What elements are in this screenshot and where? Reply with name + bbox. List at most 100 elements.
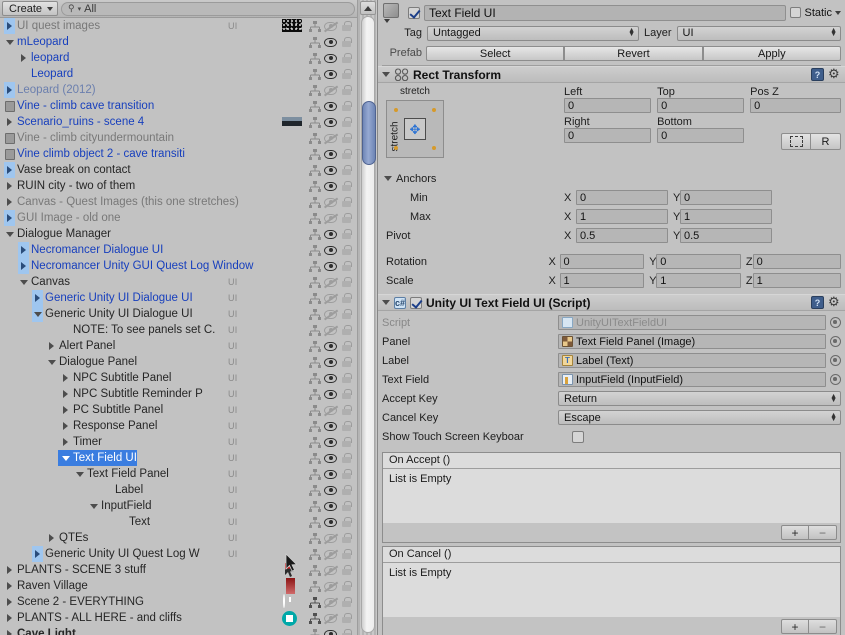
anchor-min-x-input[interactable]: 0 xyxy=(576,190,668,205)
lock-icon[interactable] xyxy=(340,196,353,209)
visibility-eye-icon[interactable] xyxy=(324,372,337,385)
hierarchy-row[interactable]: Vine - climb cave transition xyxy=(0,98,357,114)
visibility-eye-icon[interactable] xyxy=(324,308,337,321)
remove-listener-button[interactable]: − xyxy=(809,525,837,540)
lock-icon[interactable] xyxy=(340,308,353,321)
lock-icon[interactable] xyxy=(340,356,353,369)
hierarchy-row[interactable]: Generic Unity UI Dialogue UI UI xyxy=(0,290,357,306)
hierarchy-row[interactable]: Canvas UI xyxy=(0,274,357,290)
lock-icon[interactable] xyxy=(340,452,353,465)
bottom-input[interactable]: 0 xyxy=(657,128,745,143)
prefab-foldout-icon[interactable] xyxy=(4,162,15,178)
script-enabled-checkbox[interactable] xyxy=(410,296,422,309)
pivot-y-input[interactable]: 0.5 xyxy=(680,228,772,243)
gear-icon[interactable] xyxy=(828,66,841,82)
lock-icon[interactable] xyxy=(340,420,353,433)
foldout-down-icon[interactable] xyxy=(88,498,99,514)
lock-icon[interactable] xyxy=(340,36,353,49)
lock-icon[interactable] xyxy=(340,20,353,33)
scale-z-input[interactable]: 1 xyxy=(752,273,841,288)
prefab-foldout-icon[interactable] xyxy=(18,258,29,274)
scale-y-input[interactable]: 1 xyxy=(656,273,741,288)
lock-icon[interactable] xyxy=(340,276,353,289)
static-toggle[interactable]: Static xyxy=(790,7,841,19)
layer-dropdown[interactable]: UI ▲ ▼ xyxy=(676,25,841,41)
visibility-eye-icon[interactable] xyxy=(324,100,337,113)
hierarchy-row[interactable]: PLANTS - SCENE 3 stuff xyxy=(0,562,357,578)
visibility-eye-icon[interactable] xyxy=(324,404,337,417)
hierarchy-row[interactable]: Vase break on contact xyxy=(0,162,357,178)
raw-edit-button[interactable]: R xyxy=(811,133,841,150)
visibility-eye-icon[interactable] xyxy=(324,484,337,497)
accept-key-dropdown[interactable]: Return ▲ ▼ xyxy=(558,391,841,406)
foldout-right-icon[interactable] xyxy=(4,562,15,578)
foldout-down-icon[interactable] xyxy=(18,274,29,290)
create-button[interactable]: Create xyxy=(2,1,59,16)
prefab-foldout-icon[interactable] xyxy=(18,242,29,258)
hierarchy-row[interactable]: Raven Village xyxy=(0,578,357,594)
lock-icon[interactable] xyxy=(340,564,353,577)
lock-icon[interactable] xyxy=(340,260,353,273)
hierarchy-row[interactable]: Response Panel UI xyxy=(0,418,357,434)
panel-object-field[interactable]: Text Field Panel (Image) xyxy=(558,334,826,349)
lock-icon[interactable] xyxy=(340,212,353,225)
lock-icon[interactable] xyxy=(340,148,353,161)
hierarchy-row[interactable]: Dialogue Panel UI xyxy=(0,354,357,370)
rotation-y-input[interactable]: 0 xyxy=(656,254,741,269)
prefab-apply-button[interactable]: Apply xyxy=(702,45,841,61)
visibility-eye-icon[interactable] xyxy=(324,628,337,635)
foldout-right-icon[interactable] xyxy=(4,578,15,594)
foldout-triangle-icon[interactable] xyxy=(382,300,390,305)
blueprint-mode-button[interactable] xyxy=(781,133,811,150)
lock-icon[interactable] xyxy=(340,180,353,193)
right-input[interactable]: 0 xyxy=(564,128,652,143)
hierarchy-row[interactable]: Generic Unity UI Dialogue UI UI xyxy=(0,306,357,322)
lock-icon[interactable] xyxy=(340,484,353,497)
lock-icon[interactable] xyxy=(340,404,353,417)
visibility-eye-icon[interactable] xyxy=(324,244,337,257)
static-checkbox[interactable] xyxy=(790,7,802,18)
prefab-revert-button[interactable]: Revert xyxy=(564,45,703,61)
foldout-right-icon[interactable] xyxy=(4,194,15,210)
visibility-eye-icon[interactable] xyxy=(324,324,337,337)
visibility-eye-icon[interactable] xyxy=(324,180,337,193)
prefab-foldout-icon[interactable] xyxy=(4,82,15,98)
prefab-foldout-icon[interactable] xyxy=(32,546,43,562)
script-component-header[interactable]: c# Unity UI Text Field UI (Script) ? xyxy=(378,294,845,311)
visibility-eye-icon[interactable] xyxy=(324,196,337,209)
visibility-eye-icon[interactable] xyxy=(324,532,337,545)
lock-icon[interactable] xyxy=(340,516,353,529)
anchor-preset-button[interactable]: stretch ✥ xyxy=(386,100,444,158)
remove-listener-button[interactable]: − xyxy=(809,619,837,634)
lock-icon[interactable] xyxy=(340,84,353,97)
prefab-select-button[interactable]: Select xyxy=(426,45,565,61)
hierarchy-row[interactable]: PLANTS - ALL HERE - and cliffs xyxy=(0,610,357,626)
foldout-down-icon[interactable] xyxy=(4,34,15,50)
gear-icon[interactable] xyxy=(828,294,841,310)
rotation-x-input[interactable]: 0 xyxy=(559,254,645,269)
hierarchy-row[interactable]: NPC Subtitle Panel UI xyxy=(0,370,357,386)
hierarchy-row[interactable]: Timer UI xyxy=(0,434,357,450)
visibility-eye-icon[interactable] xyxy=(324,260,337,273)
prefab-foldout-icon[interactable] xyxy=(4,210,15,226)
foldout-triangle-icon[interactable] xyxy=(382,72,390,77)
visibility-eye-icon[interactable] xyxy=(324,596,337,609)
chevron-down-icon[interactable] xyxy=(835,10,841,15)
hierarchy-row[interactable]: GUI Image - old one xyxy=(0,210,357,226)
visibility-eye-icon[interactable] xyxy=(324,452,337,465)
top-input[interactable]: 0 xyxy=(657,98,745,113)
scale-x-input[interactable]: 1 xyxy=(559,273,645,288)
help-icon[interactable]: ? xyxy=(811,296,824,309)
hierarchy-row[interactable]: Alert Panel UI xyxy=(0,338,357,354)
visibility-eye-icon[interactable] xyxy=(324,516,337,529)
hierarchy-row-selected[interactable]: Text Field UI UI xyxy=(0,450,357,466)
prefab-foldout-icon[interactable] xyxy=(32,290,43,306)
visibility-eye-icon[interactable] xyxy=(324,164,337,177)
anchors-foldout[interactable]: Anchors xyxy=(382,169,841,188)
tag-dropdown[interactable]: Untagged ▲ ▼ xyxy=(427,25,639,41)
touch-keyboard-checkbox[interactable] xyxy=(572,430,584,443)
lock-icon[interactable] xyxy=(340,68,353,81)
visibility-eye-icon[interactable] xyxy=(324,276,337,289)
hierarchy-row[interactable]: NOTE: To see panels set C. UI xyxy=(0,322,357,338)
visibility-eye-icon[interactable] xyxy=(324,356,337,369)
